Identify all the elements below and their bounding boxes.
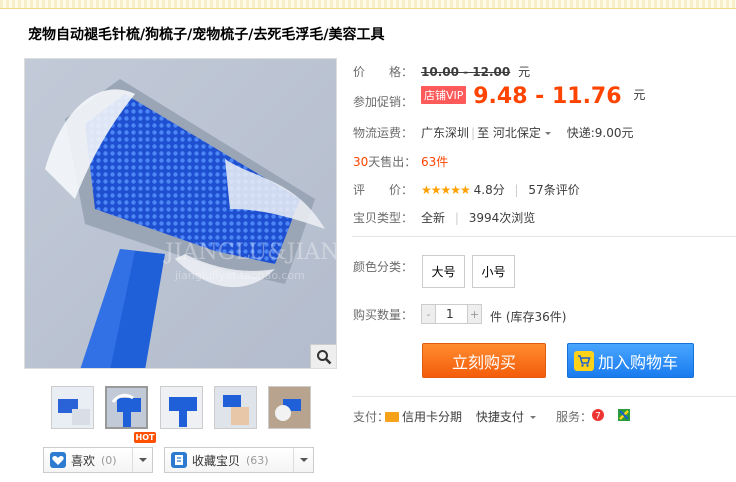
quantity-input[interactable] (435, 305, 468, 323)
payment-label: 支付： (353, 410, 390, 424)
chevron-down-icon (544, 132, 551, 135)
credit-card-icon (385, 412, 399, 422)
shipping-destination: 河北保定 (492, 126, 541, 140)
reviews-link[interactable]: 57条评价 (528, 183, 579, 197)
item-condition: 全新 (421, 211, 446, 225)
section-divider (352, 236, 736, 237)
quick-pay-link[interactable]: 快捷支付 (476, 410, 524, 424)
collect-dropdown[interactable] (293, 448, 313, 472)
stock-text: 件 (库存36件) (490, 310, 567, 324)
original-price: 10.00 - 12.00 (421, 65, 511, 79)
top-decoration-stripe (0, 0, 736, 8)
express-fee: 快递:9.00元 (566, 126, 634, 140)
like-dropdown[interactable] (132, 448, 152, 472)
chevron-down-icon (529, 416, 536, 419)
chevron-down-icon (138, 458, 147, 462)
price-row: 10.00 - 12.00 元 (421, 63, 530, 80)
main-product-image[interactable]: JIANGLU&JIANG jianglufiyet.taobao.com (24, 58, 337, 369)
promotion-row: 店铺VIP 9.48 - 11.76 元 (421, 84, 645, 109)
like-label: 喜欢 (71, 453, 96, 468)
like-button[interactable]: 喜欢 (0) (43, 447, 153, 473)
vip-badge[interactable]: 店铺VIP (421, 86, 467, 104)
item-type-label: 宝贝类型： (353, 211, 414, 225)
item-views: 3994次浏览 (468, 211, 536, 225)
buy-now-button[interactable]: 立刻购买 (422, 343, 546, 378)
bookmark-icon (171, 452, 187, 468)
color-label: 颜色分类： (353, 260, 414, 274)
rating-score: 4.8分 (473, 183, 505, 197)
like-count: (0) (101, 453, 117, 467)
rating-row: ★★★★★ 4.8分 | 57条评价 (421, 183, 580, 197)
item-type-row: 全新 | 3994次浏览 (421, 211, 536, 225)
cart-icon (574, 350, 594, 371)
payment-row: 信用卡分期 快捷支付 (385, 408, 536, 425)
shipping-to-prefix: 至 (477, 126, 490, 140)
rating-stars: ★★★★★ (421, 183, 471, 197)
quantity-increase-button[interactable]: + (468, 305, 481, 323)
add-to-cart-label: 加入购物车 (598, 352, 679, 372)
top-divider (0, 8, 736, 9)
shipping-from: 广东深圳 (421, 126, 470, 140)
promotion-price: 9.48 - 11.76 (473, 84, 622, 109)
chevron-down-icon (299, 458, 308, 462)
sales-count: 63件 (421, 155, 449, 169)
thumbnail-1[interactable] (51, 386, 94, 429)
color-option-large[interactable]: 大号 (422, 255, 465, 288)
section-divider (352, 396, 736, 397)
collect-label: 收藏宝贝 (192, 453, 241, 468)
promotion-unit: 元 (633, 88, 646, 102)
thumbnail-4[interactable] (214, 386, 257, 429)
thumbnail-3[interactable] (160, 386, 203, 429)
price-label: 价 格： (353, 65, 414, 79)
service-label: 服务： (556, 410, 593, 424)
heart-icon (50, 452, 66, 468)
quantity-decrease-button[interactable]: - (422, 305, 435, 323)
thumbnail-5[interactable] (268, 386, 311, 429)
brush-photo: JIANGLU&JIANG jianglufiyet.taobao.com (25, 59, 337, 368)
svg-text:7: 7 (595, 412, 601, 422)
quantity-stepper: - + (421, 304, 482, 324)
promotion-label: 参加促销： (353, 95, 414, 109)
watermark-text: JIANGLU&JIANG (163, 240, 337, 265)
price-unit: 元 (518, 65, 531, 79)
color-option-small[interactable]: 小号 (472, 255, 515, 288)
rating-label: 评 价： (353, 183, 414, 197)
hot-badge: HOT (134, 432, 156, 443)
collect-button[interactable]: 收藏宝贝 (63) (164, 447, 314, 473)
seven-day-return-icon[interactable]: 7 (591, 408, 605, 422)
shipping-row: 广东深圳 | 至 河北保定 快递:9.00元 (421, 126, 634, 140)
shipping-destination-select[interactable]: 河北保定 (493, 126, 551, 140)
magnifier-icon (316, 349, 331, 364)
add-to-cart-button[interactable]: 加入购物车 (567, 343, 694, 378)
sales-days: 30 (353, 155, 369, 169)
service-icons: 7 (591, 408, 639, 422)
credit-installment-link[interactable]: 信用卡分期 (402, 410, 462, 424)
quantity-label: 购买数量： (353, 308, 414, 322)
guarantee-icon[interactable] (617, 408, 631, 422)
product-title: 宠物自动褪毛针梳/狗梳子/宠物梳子/去死毛浮毛/美容工具 (28, 27, 385, 43)
sales-label-text: 天售出： (368, 155, 417, 169)
thumbnail-2[interactable] (105, 386, 148, 429)
watermark-url: jianglufiyet.taobao.com (174, 269, 305, 282)
shipping-label: 物流运费： (353, 126, 414, 140)
sales-label: 30天售出： (353, 153, 416, 170)
collect-count: (63) (246, 453, 269, 467)
zoom-button[interactable] (310, 344, 336, 368)
